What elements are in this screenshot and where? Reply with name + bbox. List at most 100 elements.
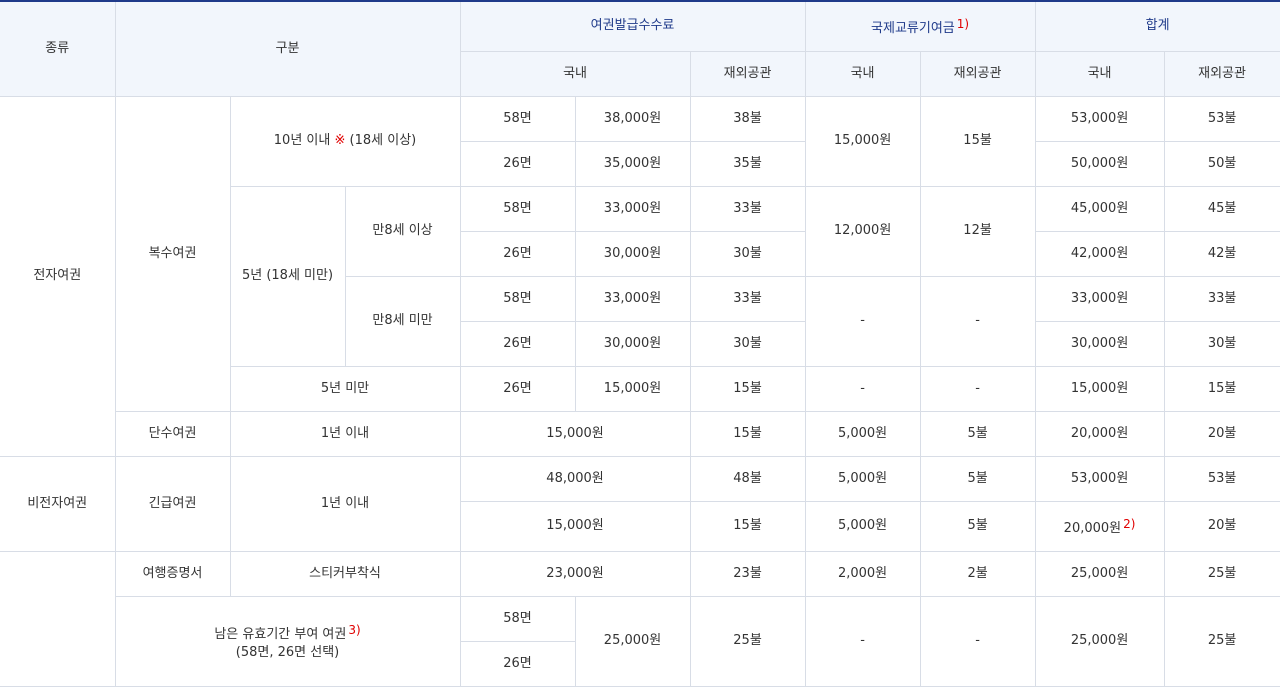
fee-overseas: 15불 bbox=[689, 365, 806, 412]
intl-domestic: 5,000원 bbox=[804, 500, 921, 552]
total-domestic: 42,000원 bbox=[1034, 230, 1165, 277]
intl-overseas: 12불 bbox=[919, 185, 1036, 277]
total-domestic: 33,000원 bbox=[1034, 275, 1165, 322]
fee-domestic: 48,000원 bbox=[459, 455, 691, 502]
validity-within-1: 1년 이내 bbox=[229, 455, 461, 552]
total-overseas: 30불 bbox=[1163, 320, 1280, 367]
intl-domestic: 15,000원 bbox=[804, 95, 921, 187]
intl-domestic: - bbox=[804, 275, 921, 367]
header-fee-overseas: 재외공관 bbox=[689, 50, 806, 97]
pages: 58면 bbox=[459, 185, 576, 232]
intl-overseas: 2불 bbox=[919, 550, 1036, 597]
intl-overseas: 5불 bbox=[919, 410, 1036, 457]
fee-domestic: 15,000원 bbox=[459, 410, 691, 457]
total-overseas: 53불 bbox=[1163, 455, 1280, 502]
total-domestic: 50,000원 bbox=[1034, 140, 1165, 187]
total-overseas: 25불 bbox=[1163, 595, 1280, 687]
intl-overseas: - bbox=[919, 365, 1036, 412]
fee-overseas: 30불 bbox=[689, 230, 806, 277]
validity-under-5: 5년 미만 bbox=[230, 365, 461, 412]
header-total: 합계 bbox=[1034, 0, 1280, 52]
method-sticker: 스티커부착식 bbox=[229, 550, 461, 597]
type-travel-cert: 여행증명서 bbox=[114, 550, 231, 597]
fee-domestic: 15,000원 bbox=[460, 500, 691, 552]
fee-overseas: 33불 bbox=[689, 275, 806, 322]
table-row: 여행증명서 스티커부착식 23,000원 23불 2,000원 2불 25,00… bbox=[0, 550, 1280, 687]
header-category: 구분 bbox=[114, 0, 461, 97]
kind-epassport: 전자여권 bbox=[0, 95, 116, 457]
total-overseas: 15불 bbox=[1163, 365, 1280, 412]
fee-domestic: 33,000원 bbox=[574, 185, 691, 232]
fee-domestic: 33,000원 bbox=[574, 275, 691, 322]
fee-overseas: 23불 bbox=[689, 550, 806, 597]
header-row-1: 종류 구분 여권발급수수료 국제교류기여금 1) 합계 bbox=[0, 0, 1280, 97]
total-overseas: 42불 bbox=[1163, 230, 1280, 277]
fee-domestic: 30,000원 bbox=[574, 230, 691, 277]
validity-10-years-label: 10년 이내 bbox=[273, 133, 331, 148]
total-domestic-value: 20,000원 bbox=[1063, 520, 1122, 536]
pages: 26면 bbox=[460, 640, 576, 687]
fee-domestic: 30,000원 bbox=[574, 320, 691, 367]
validity-10-years: 10년 이내 ※ (18세 이상) bbox=[229, 95, 461, 187]
intl-domestic: - bbox=[804, 595, 921, 687]
intl-domestic: - bbox=[804, 365, 921, 412]
fee-overseas: 48불 bbox=[689, 455, 806, 502]
remaining-validity-label: 남은 유효기간 부여 여권 bbox=[214, 626, 347, 642]
intl-overseas: 5불 bbox=[919, 455, 1036, 502]
total-domestic: 25,000원 bbox=[1034, 595, 1165, 687]
total-domestic: 30,000원 bbox=[1034, 320, 1165, 367]
intl-overseas: - bbox=[919, 595, 1036, 687]
intl-domestic: 5,000원 bbox=[804, 455, 921, 502]
age-8-under: 만8세 미만 bbox=[345, 275, 461, 367]
fee-overseas: 30불 bbox=[689, 320, 806, 367]
footnote-2-marker: 2) bbox=[1123, 516, 1136, 531]
pages: 26면 bbox=[459, 365, 576, 412]
fee-overseas: 33불 bbox=[689, 185, 806, 232]
footnote-1-marker: 1) bbox=[956, 16, 970, 31]
kind-other bbox=[0, 550, 116, 687]
fee-overseas: 38불 bbox=[689, 95, 806, 142]
validity-within-1: 1년 이내 bbox=[229, 410, 461, 457]
fee-domestic: 25,000원 bbox=[574, 595, 691, 687]
table-row: 단수여권 1년 이내 15,000원 15불 5,000원 5불 20,000원… bbox=[0, 410, 1280, 457]
table-row: 비전자여권 긴급여권 1년 이내 48,000원 48불 5,000원 5불 5… bbox=[0, 455, 1280, 552]
remaining-validity-option: (58면, 26면 선택) bbox=[235, 644, 340, 660]
pages: 26면 bbox=[460, 320, 576, 367]
total-overseas: 25불 bbox=[1163, 550, 1280, 597]
fee-overseas: 25불 bbox=[689, 595, 806, 687]
total-domestic: 53,000원 bbox=[1034, 455, 1165, 502]
age-8-over: 만8세 이상 bbox=[344, 185, 461, 277]
total-domestic: 15,000원 bbox=[1034, 365, 1165, 412]
type-single: 단수여권 bbox=[115, 410, 231, 457]
passport-fee-table: 종류 구분 여권발급수수료 국제교류기여금 1) 합계 국내 재외공관 국내 재외… bbox=[0, 0, 1280, 687]
total-overseas: 20불 bbox=[1163, 500, 1280, 552]
total-overseas: 53불 bbox=[1163, 95, 1280, 142]
total-domestic: 20,000원 bbox=[1034, 410, 1165, 457]
header-issue-fee: 여권발급수수료 bbox=[459, 0, 806, 52]
total-overseas: 45불 bbox=[1163, 185, 1280, 232]
intl-overseas: - bbox=[919, 275, 1036, 367]
pages: 58면 bbox=[459, 275, 576, 322]
note-mark: ※ bbox=[334, 133, 346, 148]
header-fee-domestic: 국내 bbox=[460, 50, 691, 97]
table-row: 전자여권 복수여권 10년 이내 ※ (18세 이상) 58면 38,000원 … bbox=[0, 95, 1280, 457]
intl-domestic: 2,000원 bbox=[804, 550, 921, 597]
total-domestic: 20,000원 2) bbox=[1034, 500, 1165, 552]
intl-domestic: 12,000원 bbox=[804, 185, 921, 277]
header-intl-fee: 국제교류기여금 1) bbox=[804, 0, 1036, 52]
pages: 58면 bbox=[459, 95, 576, 142]
validity-5-years: 5년 (18세 미만) bbox=[230, 185, 346, 367]
pages: 26면 bbox=[460, 140, 576, 187]
header-intl-domestic: 국내 bbox=[804, 50, 921, 97]
header-intl-overseas: 재외공관 bbox=[919, 50, 1036, 97]
header-kind: 종류 bbox=[0, 0, 116, 97]
fee-overseas: 15불 bbox=[689, 410, 806, 457]
footnote-3-marker: 3) bbox=[348, 622, 361, 637]
type-multiple: 복수여권 bbox=[114, 95, 231, 412]
intl-overseas: 5불 bbox=[919, 500, 1036, 552]
type-emergency: 긴급여권 bbox=[114, 455, 231, 552]
pages: 58면 bbox=[459, 595, 576, 642]
total-domestic: 53,000원 bbox=[1034, 95, 1165, 142]
header-total-overseas: 재외공관 bbox=[1163, 50, 1280, 97]
header-intl-fee-label: 국제교류기여금 bbox=[871, 20, 955, 36]
